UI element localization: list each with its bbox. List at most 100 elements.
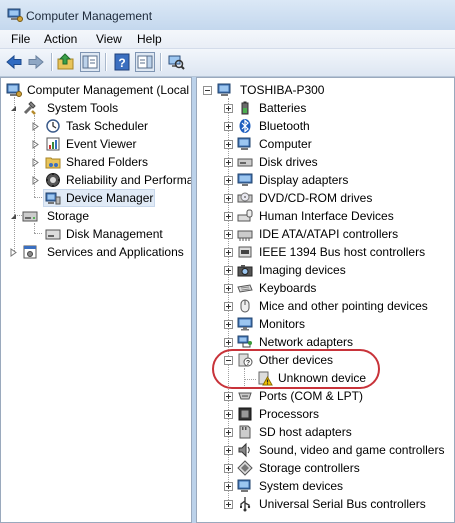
- tree-root-computer-management[interactable]: Computer Management (Local: [1, 81, 191, 99]
- device-category-network-adapters[interactable]: Network adapters: [197, 333, 454, 351]
- scan-hardware-button[interactable]: [166, 52, 186, 72]
- show-hide-tree-button[interactable]: [80, 52, 100, 72]
- up-level-button[interactable]: [56, 52, 76, 72]
- device-category-ports[interactable]: Ports (COM & LPT): [197, 387, 454, 405]
- forward-arrow-icon: [28, 54, 44, 70]
- back-button[interactable]: [4, 52, 24, 72]
- device-category-sound-video[interactable]: Sound, video and game controllers: [197, 441, 454, 459]
- sound-icon: [238, 442, 250, 458]
- tree-item-event-viewer[interactable]: Event Viewer: [1, 135, 191, 153]
- device-manager-icon: [45, 192, 61, 205]
- device-category-ieee-1394[interactable]: IEEE 1394 Bus host controllers: [197, 243, 454, 261]
- tree-item-label: Shared Folders: [66, 155, 149, 169]
- system-tools-icon: [23, 101, 36, 115]
- device-category-disk-drives[interactable]: Disk drives: [197, 153, 454, 171]
- expand-box-icon: [224, 302, 233, 311]
- disk-management-icon: [45, 229, 61, 240]
- tree-item-shared-folders[interactable]: Shared Folders: [1, 153, 191, 171]
- tree-item-system-tools[interactable]: System Tools: [1, 99, 191, 117]
- console-tree-pane[interactable]: Computer Management (Local System Tools …: [0, 77, 192, 523]
- category-label: Sound, video and game controllers: [259, 443, 445, 457]
- device-category-processors[interactable]: Processors: [197, 405, 454, 423]
- menu-file[interactable]: File: [11, 32, 30, 46]
- processor-icon: [238, 407, 252, 421]
- device-category-sd-host[interactable]: SD host adapters: [197, 423, 454, 441]
- device-category-other-devices[interactable]: ? Other devices: [197, 351, 454, 369]
- storage-icon: [22, 211, 38, 222]
- computer-icon: [237, 137, 251, 150]
- usb-icon: [240, 497, 251, 512]
- event-viewer-icon: [46, 137, 60, 151]
- expanded-arrow-icon: [11, 214, 16, 219]
- device-category-keyboards[interactable]: Keyboards: [197, 279, 454, 297]
- tree-item-task-scheduler[interactable]: Task Scheduler: [1, 117, 191, 135]
- tree-item-label: Event Viewer: [66, 137, 137, 151]
- device-category-monitors[interactable]: Monitors: [197, 315, 454, 333]
- expand-box-icon: [224, 266, 233, 275]
- expand-box-icon: [224, 140, 233, 149]
- device-category-ide-ata[interactable]: IDE ATA/ATAPI controllers: [197, 225, 454, 243]
- category-label: Computer: [259, 137, 312, 151]
- category-label: Keyboards: [259, 281, 317, 295]
- device-unknown-device[interactable]: Unknown device: [197, 369, 454, 387]
- tree-item-reliability-performance[interactable]: Reliability and Performa: [1, 171, 192, 189]
- tree-root-label: Computer Management (Local: [27, 83, 190, 97]
- sd-host-icon: [239, 425, 251, 439]
- expand-box-icon: [224, 410, 233, 419]
- toolbar-separator: [160, 53, 162, 71]
- toolbar-separator: [51, 53, 53, 71]
- ide-controller-icon: [237, 230, 253, 241]
- task-scheduler-icon: [46, 119, 60, 133]
- category-label: Human Interface Devices: [259, 209, 394, 223]
- reliability-performance-icon: [46, 173, 60, 187]
- tree-item-services-applications[interactable]: Services and Applications: [1, 243, 191, 261]
- tree-item-disk-management[interactable]: Disk Management: [1, 225, 191, 243]
- expand-box-icon: [224, 284, 233, 293]
- category-label: Disk drives: [259, 155, 318, 169]
- storage-controller-icon: [237, 460, 253, 476]
- device-category-display-adapters[interactable]: Display adapters: [197, 171, 454, 189]
- category-label: DVD/CD-ROM drives: [259, 191, 373, 205]
- tree-item-label: Reliability and Performa: [66, 173, 192, 187]
- computer-management-icon: [7, 8, 23, 22]
- system-devices-icon: [237, 479, 251, 492]
- collapsed-arrow-icon: [32, 176, 39, 185]
- device-category-bluetooth[interactable]: Bluetooth: [197, 117, 454, 135]
- hid-icon: [237, 209, 253, 222]
- device-category-mice[interactable]: Mice and other pointing devices: [197, 297, 454, 315]
- menu-help[interactable]: Help: [137, 32, 162, 46]
- expand-box-icon: [224, 104, 233, 113]
- mouse-icon: [240, 299, 250, 313]
- device-category-storage-controllers[interactable]: Storage controllers: [197, 459, 454, 477]
- expand-box-icon: [224, 320, 233, 329]
- tree-item-label: Services and Applications: [47, 245, 184, 259]
- network-adapter-icon: [237, 335, 252, 348]
- title-bar[interactable]: Computer Management: [0, 0, 455, 30]
- category-label: Network adapters: [259, 335, 354, 349]
- expand-box-icon: [224, 482, 233, 491]
- tree-item-label: Task Scheduler: [66, 119, 149, 133]
- expand-box-icon: [224, 230, 233, 239]
- forward-button[interactable]: [26, 52, 46, 72]
- device-category-usb[interactable]: Universal Serial Bus controllers: [197, 495, 454, 513]
- tree-item-device-manager[interactable]: Device Manager: [1, 189, 191, 207]
- show-hide-tree-icon: [82, 55, 98, 69]
- collapsed-arrow-icon: [32, 122, 39, 131]
- help-button[interactable]: ?: [112, 52, 132, 72]
- menu-view[interactable]: View: [96, 32, 122, 46]
- device-category-computer[interactable]: Computer: [197, 135, 454, 153]
- device-category-batteries[interactable]: Batteries: [197, 99, 454, 117]
- device-category-dvd-cd-rom[interactable]: DVD/CD-ROM drives: [197, 189, 454, 207]
- show-hide-action-pane-button[interactable]: [135, 52, 155, 72]
- expand-box-icon: [224, 176, 233, 185]
- tree-item-label: System Tools: [47, 101, 119, 115]
- device-tree-root[interactable]: TOSHIBA-P300: [197, 81, 454, 99]
- device-tree-pane[interactable]: TOSHIBA-P300 Batteries Bluetooth Compute…: [196, 77, 455, 523]
- expand-box-icon: [224, 338, 233, 347]
- other-devices-icon: ?: [238, 353, 253, 367]
- device-category-hid[interactable]: Human Interface Devices: [197, 207, 454, 225]
- device-category-system-devices[interactable]: System devices: [197, 477, 454, 495]
- tree-item-storage[interactable]: Storage: [1, 207, 191, 225]
- device-category-imaging[interactable]: Imaging devices: [197, 261, 454, 279]
- menu-action[interactable]: Action: [44, 32, 77, 46]
